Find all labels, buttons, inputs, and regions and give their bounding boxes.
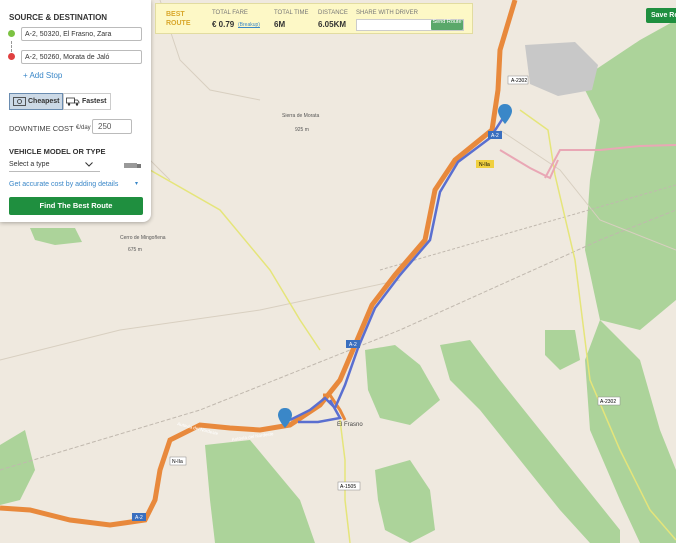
truck-icon bbox=[124, 163, 141, 168]
road-label: A-2 bbox=[491, 133, 499, 139]
chevron-down-icon: ▾ bbox=[135, 181, 139, 187]
vehicle-label: VEHICLE MODEL OR TYPE bbox=[9, 147, 106, 156]
road-label: A-1505 bbox=[340, 484, 356, 490]
save-route-button[interactable]: Save Ro bbox=[646, 8, 676, 23]
best-route-label: BEST ROUTE bbox=[166, 11, 191, 27]
destination-dot-icon bbox=[8, 53, 15, 60]
road-label: N-IIa bbox=[479, 162, 490, 168]
road-label: A-2 bbox=[349, 342, 357, 348]
cheapest-label: Cheapest bbox=[28, 98, 60, 105]
place-label: 925 m bbox=[295, 127, 309, 133]
cheapest-button[interactable]: Cheapest bbox=[9, 93, 63, 110]
find-best-route-button[interactable]: Find The Best Route bbox=[9, 197, 143, 215]
route-summary-bar: BEST ROUTE TOTAL FARE € 0.79 (Breakup) T… bbox=[155, 3, 473, 34]
truck-icon bbox=[66, 97, 80, 106]
distance-label: DISTANCE bbox=[318, 10, 348, 16]
share-label: SHARE WITH DRIVER bbox=[356, 10, 419, 16]
town-label: El Frasno bbox=[337, 422, 363, 428]
route-panel: SOURCE & DESTINATION A-2, 50320, El Fras… bbox=[0, 0, 151, 222]
road-label: A-2 bbox=[135, 515, 143, 521]
source-input[interactable]: A-2, 50320, El Frasno, Zara bbox=[21, 27, 142, 41]
place-label: Cerro de Mingoñena bbox=[120, 235, 166, 241]
total-fare-label: TOTAL FARE bbox=[212, 10, 248, 16]
fastest-button[interactable]: Fastest bbox=[63, 93, 111, 110]
dotted-connector bbox=[11, 41, 12, 52]
chevron-down-icon bbox=[85, 162, 93, 167]
downtime-unit: €/day bbox=[76, 125, 91, 131]
road-label: A-2302 bbox=[600, 399, 616, 405]
money-icon bbox=[13, 97, 26, 106]
source-dot-icon bbox=[8, 30, 15, 37]
destination-input[interactable]: A-2, 50260, Morata de Jaló bbox=[21, 50, 142, 64]
vehicle-select[interactable]: Select a type bbox=[9, 158, 100, 172]
downtime-label: DOWNTIME COST bbox=[9, 124, 74, 133]
place-label: Sierra de Morata bbox=[282, 113, 319, 119]
road-label: N-IIa bbox=[172, 459, 183, 465]
vehicle-select-value: Select a type bbox=[9, 161, 50, 168]
send-route-button[interactable]: Send Route bbox=[431, 19, 463, 30]
total-time-value: 6M bbox=[274, 20, 286, 29]
breakup-link[interactable]: (Breakup) bbox=[238, 22, 260, 28]
downtime-cost-input[interactable]: 250 bbox=[92, 119, 132, 134]
road-label: A-2302 bbox=[511, 78, 527, 84]
total-time-label: TOTAL TIME bbox=[274, 10, 309, 16]
panel-title: SOURCE & DESTINATION bbox=[9, 13, 108, 22]
accurate-cost-link[interactable]: Get accurate cost by adding details bbox=[9, 181, 118, 188]
total-fare-value: € 0.79 bbox=[212, 20, 235, 29]
distance-value: 6.05KM bbox=[318, 20, 347, 29]
fastest-label: Fastest bbox=[82, 98, 107, 105]
place-label: 675 m bbox=[128, 247, 142, 253]
add-stop-link[interactable]: + Add Stop bbox=[23, 71, 62, 80]
